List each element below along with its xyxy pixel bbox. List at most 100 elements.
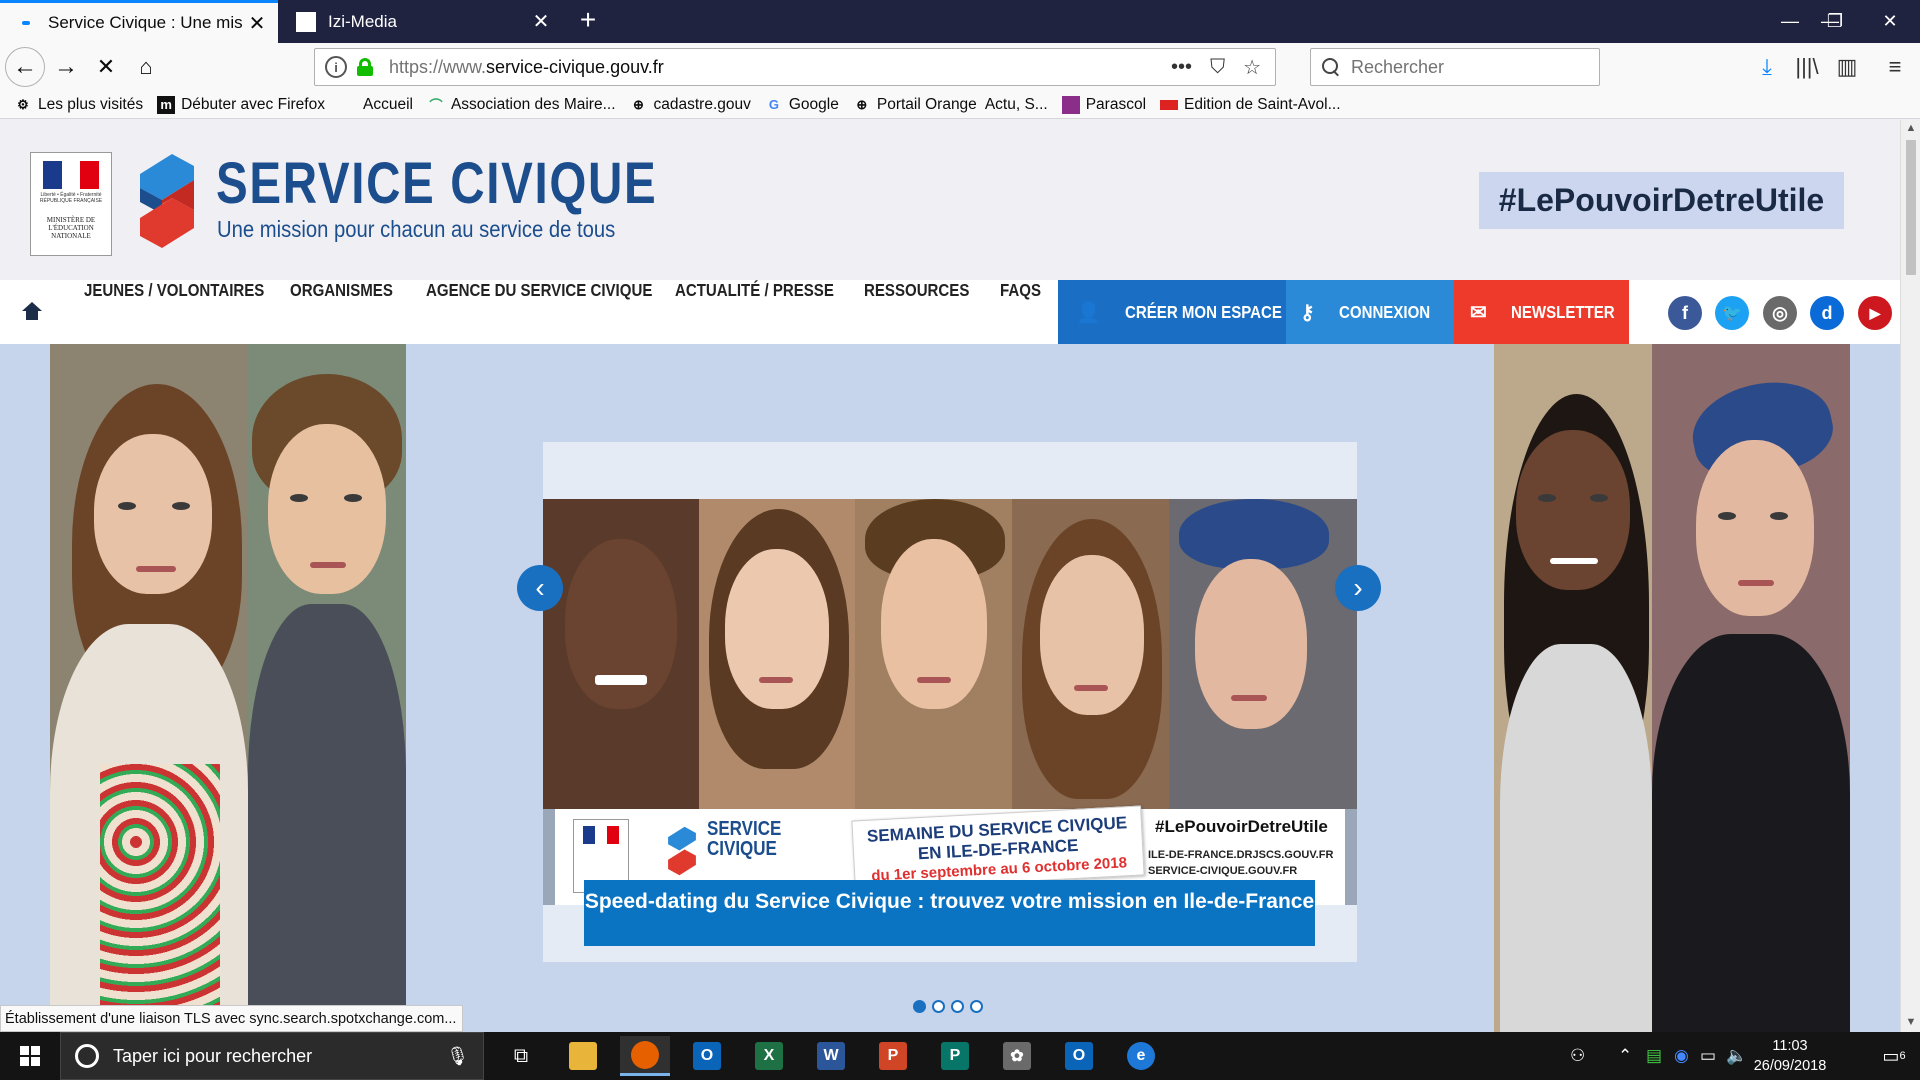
home-button[interactable]: ⌂	[126, 47, 166, 87]
carousel-dot[interactable]	[932, 1000, 945, 1013]
bookmark-item[interactable]: ⊕ cadastre.gouv	[630, 96, 751, 114]
publisher-button[interactable]: P	[930, 1036, 980, 1076]
pocket-icon[interactable]: ⛉	[1210, 56, 1225, 79]
sidebar-button[interactable]: ▥	[1828, 47, 1866, 87]
bookmark-item[interactable]: ⌒ Association des Maire...	[427, 96, 615, 114]
close-window-button[interactable]: ✕	[1860, 0, 1920, 43]
system-clock[interactable]: 11:03 26/09/2018	[1740, 1036, 1840, 1076]
page-actions-icon[interactable]: •••	[1171, 56, 1192, 79]
sync-icon[interactable]: ◉	[1674, 1032, 1689, 1080]
carousel-dot[interactable]	[970, 1000, 983, 1013]
bookmark-item[interactable]: Edition de Saint-Avol...	[1160, 96, 1341, 114]
menu-item-organismes[interactable]: ORGANISMES	[290, 280, 393, 344]
carousel-dot[interactable]	[913, 1000, 926, 1013]
url-bar[interactable]: i https://www.service-civique.gouv.fr ••…	[314, 48, 1276, 86]
twitter-icon[interactable]: 🐦	[1715, 296, 1749, 330]
youtube-icon[interactable]: ▶	[1858, 296, 1892, 330]
dailymotion-icon[interactable]: d	[1810, 296, 1844, 330]
folder-icon	[569, 1042, 597, 1070]
menu-item-agence[interactable]: AGENCE DU SERVICE CIVIQUE	[426, 280, 652, 344]
tab-title: Service Civique : Une mission p	[48, 13, 242, 32]
site-title[interactable]: SERVICE CIVIQUE	[216, 150, 657, 217]
stop-button[interactable]: ✕	[86, 47, 126, 87]
file-explorer-button[interactable]	[558, 1036, 608, 1076]
scrollbar-thumb[interactable]	[1906, 140, 1916, 275]
bookmark-item[interactable]: m Débuter avec Firefox	[157, 95, 325, 114]
slide-hashtag: #LePouvoirDetreUtile	[1155, 817, 1328, 836]
hero-photo-man	[248, 344, 406, 1032]
sidebar-icon: ▥	[1836, 54, 1858, 79]
url-text[interactable]: https://www.service-civique.gouv.fr	[389, 57, 1171, 78]
network-icon[interactable]: ▭	[1700, 1032, 1716, 1080]
powerpoint-button[interactable]: P	[868, 1036, 918, 1076]
forward-button[interactable]: →	[46, 47, 86, 87]
carousel-dot[interactable]	[951, 1000, 964, 1013]
search-input[interactable]: Rechercher	[1310, 48, 1600, 86]
arrow-left-icon: ←	[13, 53, 37, 80]
slide-caption-link[interactable]: Speed-dating du Service Civique : trouve…	[584, 880, 1315, 946]
microphone-icon[interactable]: 🎙	[446, 1046, 469, 1067]
word-button[interactable]: W	[806, 1036, 856, 1076]
service-civique-logo-icon[interactable]	[134, 148, 200, 254]
firefox-button[interactable]	[620, 1036, 670, 1076]
bookmark-item[interactable]: Accueil	[339, 96, 413, 114]
menu-item-faqs[interactable]: FAQS	[1000, 280, 1041, 344]
hashtag-banner[interactable]: #LePouvoirDetreUtile	[1479, 172, 1844, 229]
menu-button[interactable]: ≡	[1876, 47, 1914, 87]
newsletter-button[interactable]: ✉ NEWSLETTER	[1454, 280, 1629, 344]
new-tab-button[interactable]: +	[568, 0, 608, 43]
login-button[interactable]: ⚷ CONNEXION	[1286, 280, 1454, 344]
notification-center-button[interactable]: ▭ 6	[1868, 1032, 1920, 1080]
library-button[interactable]: |||\	[1788, 47, 1826, 87]
bookmark-label: Google	[788, 95, 839, 113]
edge-button[interactable]: e	[1116, 1036, 1166, 1076]
menu-item-actualite[interactable]: ACTUALITÉ / PRESSE	[675, 280, 834, 344]
french-flag-icon	[43, 161, 100, 189]
paint-button[interactable]: ✿	[992, 1036, 1042, 1076]
lock-icon[interactable]	[357, 58, 373, 76]
bookmark-item[interactable]: Actu, S...	[985, 96, 1048, 114]
globe-icon: ⊕	[633, 96, 644, 112]
paint-icon: ✿	[1003, 1042, 1031, 1070]
menu-item-ressources[interactable]: RESSOURCES	[864, 280, 969, 344]
close-tab-icon[interactable]: ✕	[242, 11, 272, 36]
menu-item-jeunes[interactable]: JEUNES / VOLONTAIRES	[84, 280, 264, 344]
facebook-icon[interactable]: f	[1668, 296, 1702, 330]
news-carousel: SERVICE CIVIQUE SEMAINE DU SERVICE CIVIQU…	[543, 442, 1357, 962]
start-button[interactable]	[0, 1032, 60, 1080]
instagram-icon[interactable]: ◎	[1763, 296, 1797, 330]
bookmark-item[interactable]: Parascol	[1061, 95, 1146, 114]
back-button[interactable]: ←	[5, 47, 45, 87]
excel-button[interactable]: X	[744, 1036, 794, 1076]
home-icon[interactable]	[22, 302, 42, 322]
scroll-down-icon[interactable]: ▼	[1901, 1016, 1920, 1028]
restore-button[interactable]: ❐	[1805, 0, 1865, 43]
page-scrollbar[interactable]: ▲ ▼	[1900, 120, 1920, 1032]
outlook-mail-button[interactable]: O	[1054, 1036, 1104, 1076]
taskbar-search-input[interactable]: Taper ici pour rechercher 🎙	[60, 1032, 484, 1080]
close-tab-icon[interactable]: ✕	[526, 9, 556, 34]
ministry-logo[interactable]: Liberté • Égalité • Fraternité RÉPUBLIQU…	[30, 152, 112, 256]
task-view-button[interactable]: ⧉	[496, 1036, 546, 1076]
show-hidden-icons-icon[interactable]: ⌃	[1618, 1032, 1632, 1080]
outlook-button[interactable]: O	[682, 1036, 732, 1076]
carousel-prev-button[interactable]: ‹	[517, 565, 563, 611]
bookmark-item[interactable]: G Google	[765, 96, 839, 114]
bookmark-label: Les plus visités	[38, 95, 144, 113]
hero-photo-man-cap	[1652, 344, 1850, 1032]
bookmark-star-icon[interactable]: ☆	[1243, 55, 1261, 80]
people-icon[interactable]: ⚇	[1570, 1032, 1585, 1080]
tab-izi-media[interactable]: Izi-Media ✕	[280, 0, 562, 43]
bookmark-label: Débuter avec Firefox	[181, 95, 325, 113]
carousel-slide[interactable]: SERVICE CIVIQUE SEMAINE DU SERVICE CIVIQU…	[543, 499, 1357, 905]
battery-icon[interactable]: ▤	[1646, 1032, 1662, 1080]
tab-service-civique[interactable]: Service Civique : Une mission p ✕	[0, 0, 278, 43]
bookmark-item[interactable]: ⊕ Portail Orange	[853, 96, 976, 114]
firefox-icon	[631, 1040, 659, 1069]
create-space-button[interactable]: 👤 CRÉER MON ESPACE	[1058, 280, 1286, 344]
bookmark-item[interactable]: ⚙ Les plus visités	[14, 96, 143, 114]
downloads-button[interactable]: ⤓	[1748, 47, 1786, 87]
carousel-next-button[interactable]: ›	[1335, 565, 1381, 611]
scroll-up-icon[interactable]: ▲	[1901, 122, 1920, 134]
info-icon[interactable]: i	[325, 56, 347, 78]
